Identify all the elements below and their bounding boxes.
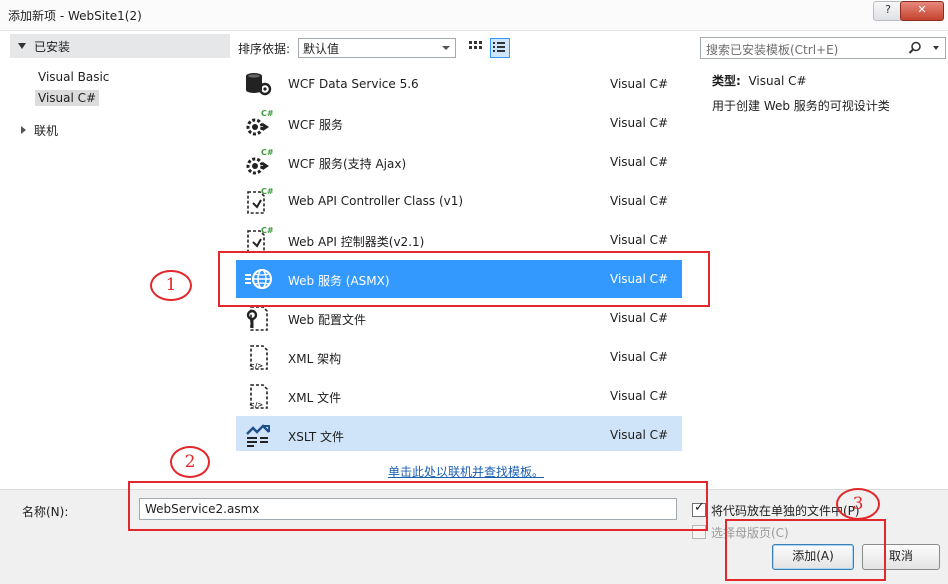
help-button[interactable]: ? [873, 1, 903, 21]
search-placeholder: 搜索已安装模板(Ctrl+E) [706, 43, 839, 57]
type-label: 类型: [712, 74, 741, 88]
online-templates-link[interactable]: 单击此处以联机并查找模板。 [388, 463, 544, 480]
tree-node-online[interactable]: 联机 [34, 122, 58, 139]
data-service-icon [246, 73, 272, 96]
annotation-marker-1: 1 [150, 270, 192, 301]
sort-dropdown[interactable]: 默认值 [298, 38, 456, 58]
annotation-marker-3: 3 [836, 488, 880, 520]
xslt-file-icon [246, 424, 270, 447]
tree-node-visual-basic[interactable]: Visual Basic [38, 70, 109, 84]
template-row[interactable]: </> XML 文件 Visual C# [236, 377, 682, 415]
annotation-box-add-button [725, 519, 886, 581]
template-row[interactable]: C# WCF 服务 Visual C# [236, 104, 682, 142]
list-view-button[interactable] [490, 38, 510, 58]
list-view-icon [493, 42, 505, 52]
template-name: XML 文件 [288, 391, 342, 405]
type-value: Visual C# [748, 74, 807, 88]
template-description: 用于创建 Web 服务的可视设计类 [712, 99, 890, 113]
template-category-tree: 已安装 Visual Basic Visual C# 联机 [10, 34, 230, 451]
template-name: WCF 服务 [288, 118, 343, 132]
template-type: Visual C# [610, 116, 669, 130]
template-type: Visual C# [610, 233, 669, 247]
template-type: Visual C# [610, 194, 669, 208]
window-title: 添加新项 - WebSite1(2) [8, 9, 142, 23]
template-type: Visual C# [610, 77, 669, 91]
title-bar: 添加新项 - WebSite1(2) ? ✕ [0, 0, 948, 31]
template-name: WCF Data Service 5.6 [288, 77, 419, 91]
close-button[interactable]: ✕ [900, 1, 944, 21]
template-name: WCF 服务(支持 Ajax) [288, 157, 407, 171]
template-name: XML 架构 [288, 352, 342, 366]
search-icon[interactable] [907, 40, 923, 56]
expanded-triangle-icon[interactable] [18, 43, 26, 49]
installed-label: 已安装 [34, 40, 71, 54]
svg-text:</>: </> [249, 362, 263, 370]
template-type: Visual C# [610, 389, 669, 403]
template-type: Visual C# [610, 155, 669, 169]
tree-node-visual-csharp[interactable]: Visual C# [35, 90, 100, 106]
template-name: Web API 控制器类(v2.1) [288, 235, 425, 249]
template-type-info: 类型: Visual C# [712, 72, 807, 89]
template-type: Visual C# [610, 350, 669, 364]
wcf-ajax-service-icon: C# [246, 148, 273, 175]
template-row[interactable]: XSLT 文件 Visual C# [236, 416, 682, 451]
template-row[interactable]: WCF Data Service 5.6 Visual C# [236, 65, 682, 103]
template-row[interactable]: </> XML 架构 Visual C# [236, 338, 682, 376]
template-toolbar: 排序依据: 默认值 [238, 36, 700, 60]
tree-node-installed[interactable]: 已安装 [10, 34, 230, 58]
template-type: Visual C# [610, 428, 669, 442]
svg-text:</>: </> [249, 401, 263, 409]
grid-view-icon [469, 41, 482, 49]
wcf-service-icon: C# [246, 109, 273, 136]
template-name: Web 配置文件 [288, 313, 366, 327]
sort-value: 默认值 [303, 42, 340, 56]
dropdown-arrow-icon [442, 46, 450, 50]
template-search-input[interactable]: 搜索已安装模板(Ctrl+E) [700, 37, 946, 59]
annotation-marker-2: 2 [170, 446, 210, 478]
collapsed-triangle-icon[interactable] [21, 126, 26, 134]
annotation-box-selected-template [218, 251, 710, 307]
search-options-arrow-icon[interactable] [933, 46, 939, 50]
template-type: Visual C# [610, 311, 669, 325]
web-config-icon [246, 306, 268, 331]
template-name: Web API Controller Class (v1) [288, 194, 464, 208]
sort-label: 排序依据: [238, 42, 291, 56]
xml-schema-icon: </> [249, 345, 268, 370]
name-label: 名称(N): [22, 505, 69, 519]
medium-icons-view-button[interactable] [466, 38, 484, 56]
svg-text:C#: C# [261, 148, 273, 157]
annotation-box-name-input [128, 481, 708, 531]
template-row[interactable]: C# Web API Controller Class (v1) Visual … [236, 182, 682, 220]
xml-file-icon: </> [249, 384, 268, 409]
web-api-controller-icon: C# [247, 187, 273, 214]
template-name: XSLT 文件 [288, 430, 345, 444]
svg-text:C#: C# [261, 109, 273, 118]
template-row[interactable]: C# WCF 服务(支持 Ajax) Visual C# [236, 143, 682, 181]
